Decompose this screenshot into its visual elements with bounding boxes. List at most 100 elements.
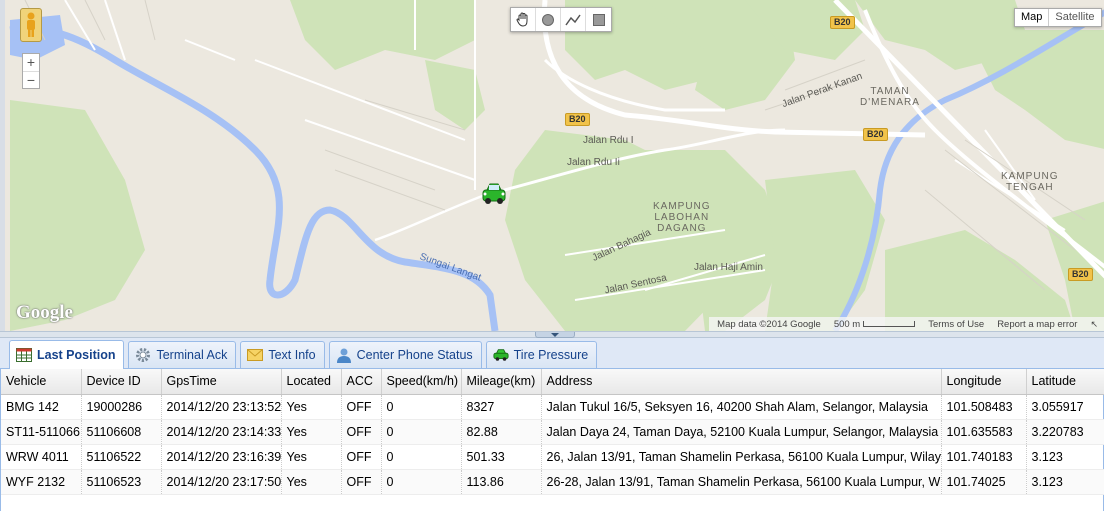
cell-device-id: 51106523 — [81, 469, 162, 495]
column-header-longitude[interactable]: Longitude — [941, 369, 1027, 395]
map-type-map-button[interactable]: Map — [1015, 9, 1050, 26]
hand-icon — [516, 12, 528, 27]
street-label: Jalan Rdu Ii — [567, 157, 620, 168]
zoom-in-button[interactable]: + — [23, 54, 39, 71]
tab-label: Terminal Ack — [156, 348, 228, 362]
chevron-down-icon — [551, 333, 559, 337]
column-header-mileage[interactable]: Mileage(km) — [461, 369, 542, 395]
cell-vehicle: BMG 142 — [1, 394, 82, 420]
tab-terminal-ack[interactable]: Terminal Ack — [128, 341, 237, 368]
cell-latitude: 3.123 — [1026, 469, 1104, 495]
column-header-device-id[interactable]: Device ID — [81, 369, 162, 395]
column-header-speed[interactable]: Speed(km/h) — [381, 369, 462, 395]
cell-longitude: 101.635583 — [941, 419, 1027, 445]
column-header-located[interactable]: Located — [281, 369, 342, 395]
panel-splitter[interactable] — [0, 331, 1104, 338]
map-view[interactable]: B20 B20 B20 B20 Jalan Perak Kanan Jalan … — [0, 0, 1104, 331]
tab-center-phone-status[interactable]: Center Phone Status — [328, 341, 482, 368]
column-header-vehicle[interactable]: Vehicle — [1, 369, 82, 395]
cell-longitude: 101.740183 — [941, 444, 1027, 470]
cell-located: Yes — [281, 394, 342, 420]
cell-vehicle: WRW 4011 — [1, 444, 82, 470]
grid-icon — [16, 347, 32, 363]
car-icon — [493, 347, 509, 363]
vehicle-table: Vehicle Device ID GpsTime Located ACC Sp… — [1, 369, 1104, 495]
cell-gpstime: 2014/12/20 23:14:33 — [161, 419, 282, 445]
cell-address: 26-28, Jalan 13/91, Taman Shamelin Perka… — [541, 469, 942, 495]
envelope-icon — [247, 347, 264, 363]
map-type-control: Map Satellite — [1014, 8, 1102, 27]
tab-label: Last Position — [37, 348, 116, 362]
map-canvas[interactable] — [5, 0, 1104, 331]
pegman-icon — [27, 12, 35, 37]
cell-vehicle: ST11-511066 — [1, 419, 82, 445]
cell-speed: 0 — [381, 469, 462, 495]
cell-located: Yes — [281, 444, 342, 470]
expand-icon[interactable]: ↖ — [1090, 319, 1098, 330]
cell-longitude: 101.74025 — [941, 469, 1027, 495]
cell-gpstime: 2014/12/20 23:17:50 — [161, 469, 282, 495]
tab-last-position[interactable]: Last Position — [9, 340, 125, 369]
rectangle-tool-button[interactable] — [586, 8, 611, 31]
person-icon — [336, 347, 352, 363]
report-error-link[interactable]: Report a map error — [997, 319, 1077, 330]
zoom-out-button[interactable]: − — [23, 71, 39, 88]
cell-speed: 0 — [381, 394, 462, 420]
cell-gpstime: 2014/12/20 23:16:39 — [161, 444, 282, 470]
area-label: TAMAN D'MENARA — [860, 86, 920, 108]
cell-acc: OFF — [341, 419, 382, 445]
rectangle-icon — [592, 13, 605, 26]
cell-latitude: 3.220783 — [1026, 419, 1104, 445]
table-row[interactable]: BMG 142 19000286 2014/12/20 23:13:52 Yes… — [1, 394, 1104, 420]
polyline-icon — [565, 14, 581, 25]
street-view-pegman-button[interactable] — [20, 8, 42, 42]
cell-gpstime: 2014/12/20 23:13:52 — [161, 394, 282, 420]
table-row[interactable]: WYF 2132 51106523 2014/12/20 23:17:50 Ye… — [1, 469, 1104, 495]
route-badge: B20 — [830, 16, 855, 29]
park-areas — [10, 0, 1104, 331]
cell-vehicle: WYF 2132 — [1, 469, 82, 495]
tab-tire-pressure[interactable]: Tire Pressure — [485, 341, 598, 368]
google-logo: Google — [16, 302, 73, 323]
table-row[interactable]: ST11-511066 51106608 2014/12/20 23:14:33… — [1, 419, 1104, 445]
map-data-credit: Map data ©2014 Google — [717, 318, 821, 330]
street-label: Jalan Rdu I — [583, 135, 634, 146]
cell-mileage: 8327 — [461, 394, 542, 420]
cell-acc: OFF — [341, 444, 382, 470]
cell-acc: OFF — [341, 469, 382, 495]
cell-address: 26, Jalan 13/91, Taman Shamelin Perkasa,… — [541, 444, 942, 470]
circle-tool-button[interactable] — [536, 8, 561, 31]
tab-label: Tire Pressure — [513, 348, 589, 362]
cell-device-id: 51106522 — [81, 444, 162, 470]
polyline-tool-button[interactable] — [561, 8, 586, 31]
column-header-acc[interactable]: ACC — [341, 369, 382, 395]
cell-longitude: 101.508483 — [941, 394, 1027, 420]
gear-icon — [135, 347, 151, 363]
column-header-address[interactable]: Address — [541, 369, 942, 395]
tab-text-info[interactable]: Text Info — [240, 341, 325, 368]
cell-speed: 0 — [381, 444, 462, 470]
table-row[interactable]: WRW 4011 51106522 2014/12/20 23:16:39 Ye… — [1, 444, 1104, 470]
zoom-control: + − — [22, 53, 40, 89]
route-badge: B20 — [565, 113, 590, 126]
map-type-satellite-button[interactable]: Satellite — [1049, 9, 1100, 26]
route-badge: B20 — [1068, 268, 1093, 281]
cell-device-id: 19000286 — [81, 394, 162, 420]
cell-acc: OFF — [341, 394, 382, 420]
cell-address: Jalan Tukul 16/5, Seksyen 16, 40200 Shah… — [541, 394, 942, 420]
vehicle-marker[interactable] — [481, 182, 507, 211]
terms-link[interactable]: Terms of Use — [928, 319, 984, 330]
scale-bar: 500 m — [834, 319, 916, 330]
circle-icon — [542, 13, 554, 26]
hand-tool-button[interactable] — [511, 8, 536, 31]
column-header-gpstime[interactable]: GpsTime — [161, 369, 282, 395]
cell-latitude: 3.123 — [1026, 444, 1104, 470]
cell-mileage: 113.86 — [461, 469, 542, 495]
cell-latitude: 3.055917 — [1026, 394, 1104, 420]
cell-located: Yes — [281, 469, 342, 495]
cell-address: Jalan Daya 24, Taman Daya, 52100 Kuala L… — [541, 419, 942, 445]
column-header-latitude[interactable]: Latitude — [1026, 369, 1104, 395]
car-icon[interactable] — [481, 182, 507, 206]
map-attribution: Map data ©2014 Google 500 m Terms of Use… — [709, 317, 1104, 331]
street-label: Jalan Haji Amin — [694, 262, 763, 273]
